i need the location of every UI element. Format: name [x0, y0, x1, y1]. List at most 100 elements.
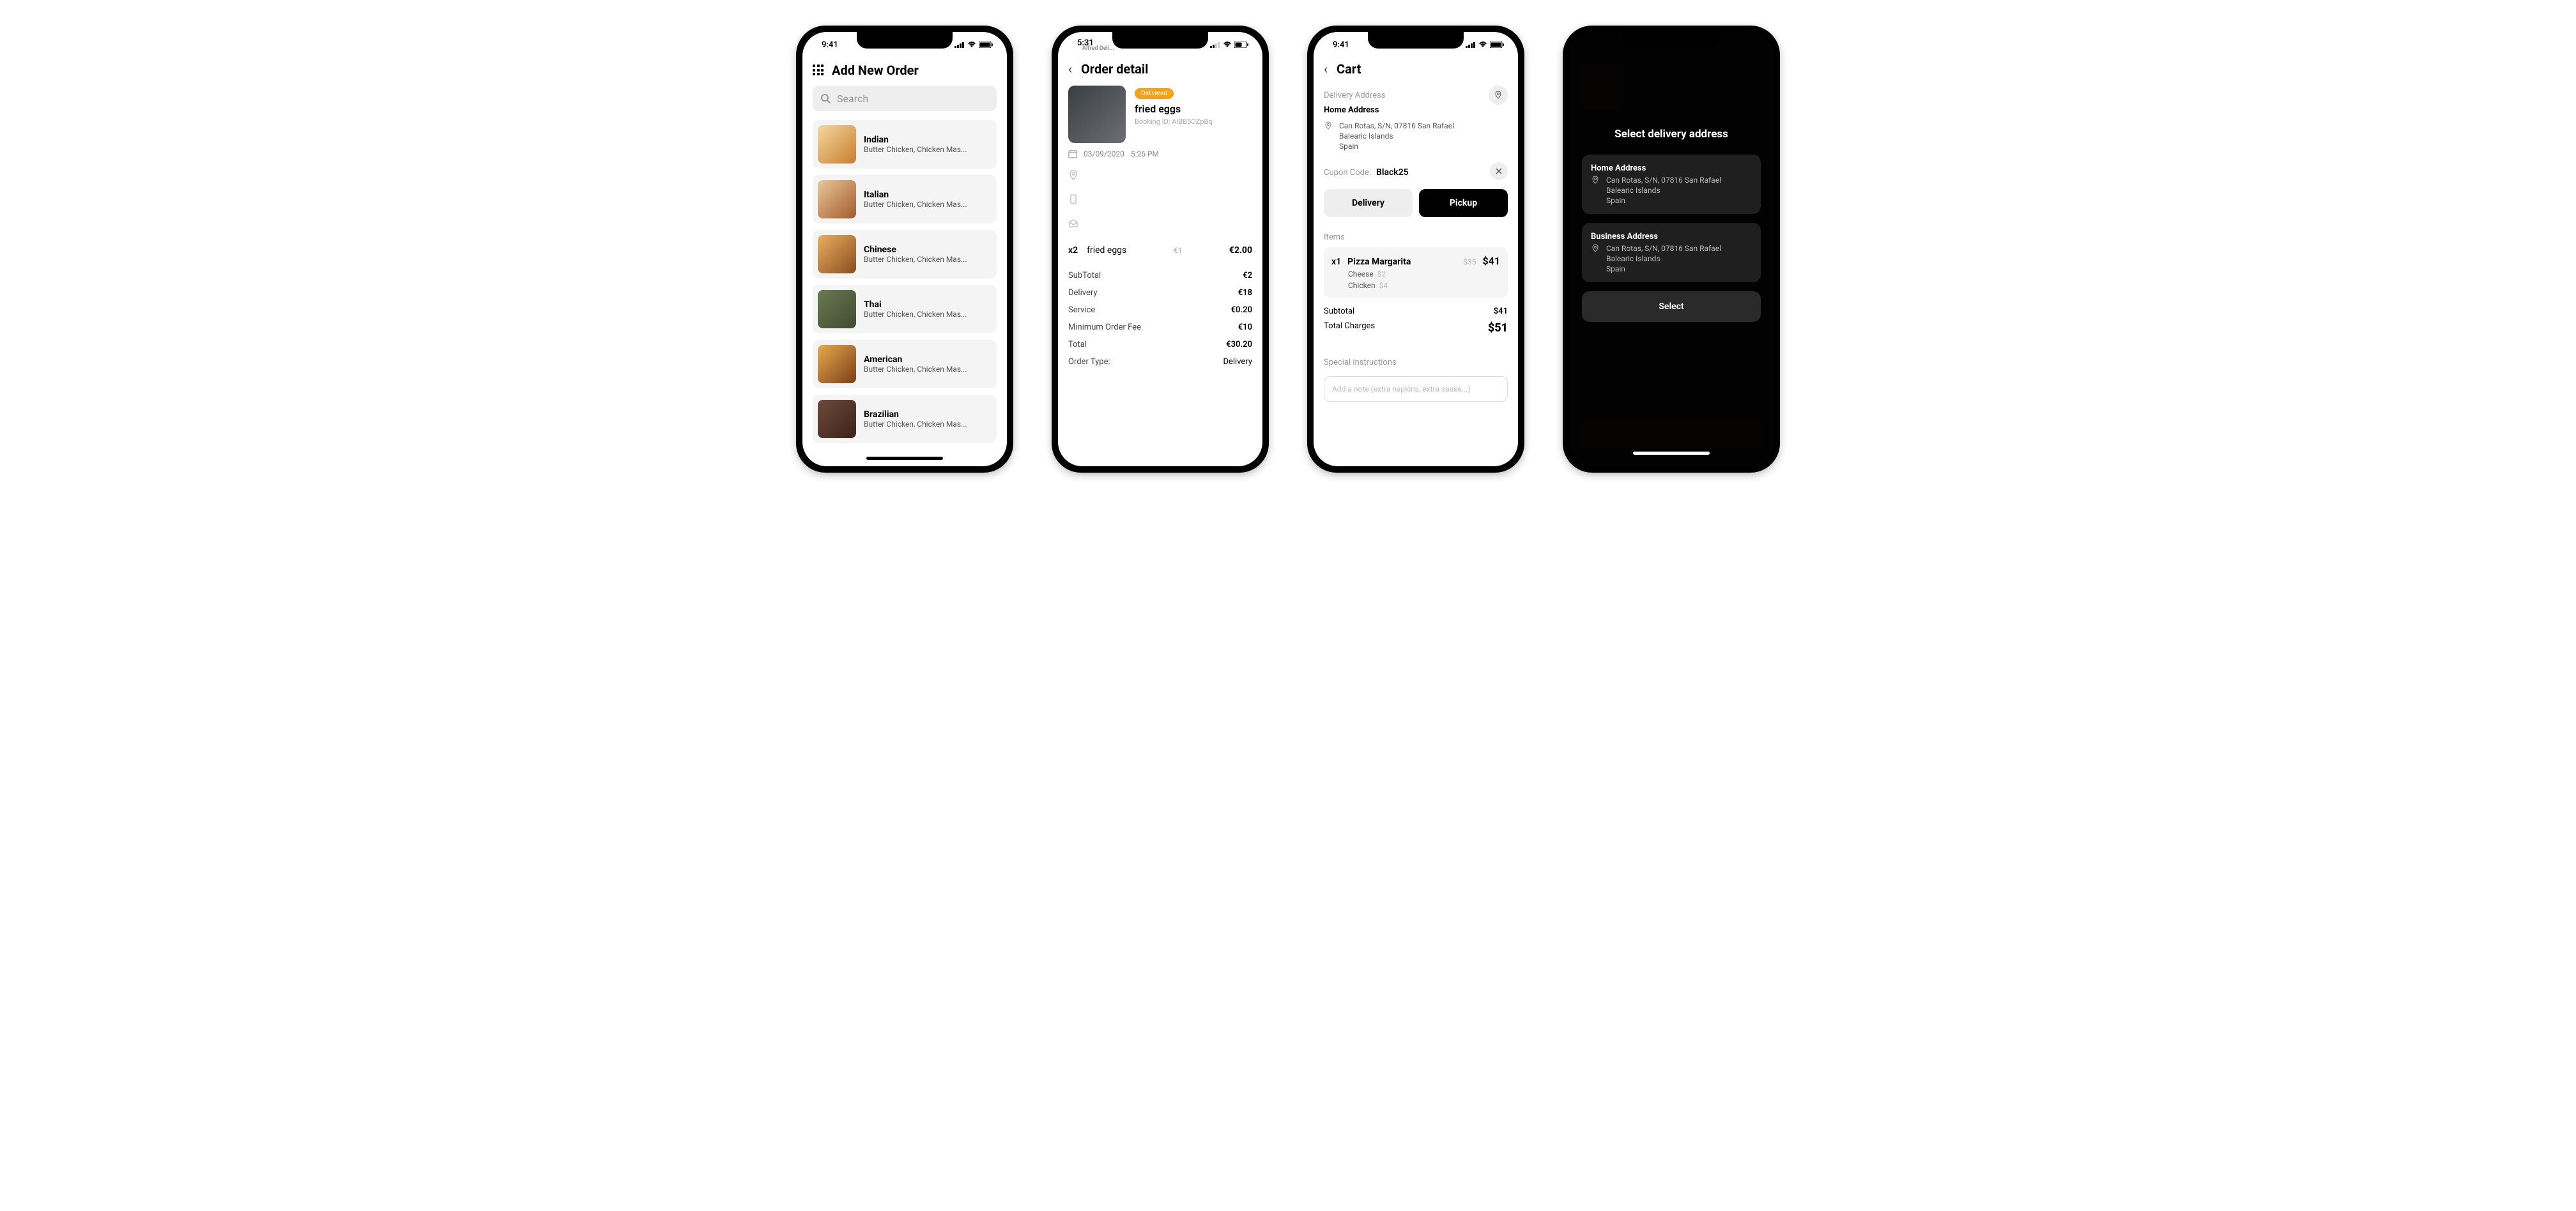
item-base-price: $35 — [1463, 257, 1476, 266]
category-item[interactable]: BrazilianButter Chicken, Chicken Mas... — [813, 395, 997, 443]
phone-select-address: Select delivery address Home Address Can… — [1563, 26, 1780, 473]
order-date: 03/09/2020 — [1084, 149, 1124, 158]
item-total-price: $41 — [1482, 255, 1500, 267]
category-sub: Butter Chicken, Chicken Mas... — [864, 200, 967, 209]
home-indicator[interactable] — [1633, 452, 1710, 455]
signal-icon — [954, 42, 965, 48]
category-item[interactable]: ItalianButter Chicken, Chicken Mas... — [813, 175, 997, 224]
status-bar: 9:41 — [802, 32, 1007, 57]
address-name: Business Address — [1591, 232, 1752, 241]
battery-icon — [1490, 42, 1504, 48]
line-total: €2.00 — [1229, 245, 1252, 255]
address-line: Can Rotas, S/N, 07816 San Rafael — [1606, 176, 1721, 185]
address-line: Spain — [1606, 196, 1721, 205]
battery-icon — [1234, 42, 1248, 48]
category-name: Italian — [864, 190, 967, 200]
address-line: Spain — [1606, 264, 1721, 273]
total-value: €2 — [1243, 271, 1252, 280]
category-sub: Butter Chicken, Chicken Mas... — [864, 310, 967, 319]
address-line: Balearic Islands — [1339, 132, 1454, 141]
mail-icon — [1068, 218, 1252, 231]
select-button[interactable]: Select — [1582, 291, 1761, 322]
category-list: IndianButter Chicken, Chicken Mas... Ita… — [813, 120, 997, 443]
address-line: Can Rotas, S/N, 07816 San Rafael — [1339, 121, 1454, 130]
search-input[interactable]: Search — [813, 86, 997, 111]
back-icon[interactable]: ‹ — [1324, 61, 1328, 77]
category-sub: Butter Chicken, Chicken Mas... — [864, 420, 967, 429]
booking-id: Booking ID: AIBB5OZpBq — [1135, 118, 1213, 126]
category-sub: Butter Chicken, Chicken Mas... — [864, 365, 967, 374]
note-input[interactable]: Add a note (extra napkins, extra sause..… — [1324, 376, 1508, 402]
status-bar: 5:31 Alfred Deli... — [1058, 32, 1262, 57]
delivery-toggle[interactable]: Delivery — [1324, 189, 1413, 217]
address-line: Balearic Islands — [1606, 254, 1721, 263]
total-value: $51 — [1488, 321, 1508, 335]
order-item-name: fried eggs — [1135, 103, 1213, 115]
phone-icon — [1068, 194, 1252, 207]
status-badge: Delivered — [1135, 88, 1174, 99]
total-value: €30.20 — [1226, 340, 1252, 349]
line-qty: x2 — [1068, 245, 1078, 255]
back-icon[interactable]: ‹ — [1068, 61, 1072, 77]
edit-address-button[interactable] — [1489, 86, 1508, 105]
total-value: €0.20 — [1231, 305, 1252, 315]
pickup-toggle[interactable]: Pickup — [1419, 189, 1508, 217]
category-sub: Butter Chicken, Chicken Mas... — [864, 145, 967, 154]
item-addon: Cheese$2 — [1348, 270, 1500, 278]
battery-icon — [979, 42, 993, 48]
location-icon — [1591, 244, 1600, 253]
menu-grid-icon[interactable] — [813, 65, 824, 76]
search-placeholder: Search — [837, 93, 868, 105]
category-item[interactable]: ThaiButter Chicken, Chicken Mas... — [813, 285, 997, 333]
line-name: fried eggs — [1087, 245, 1126, 255]
location-icon — [1068, 170, 1252, 183]
total-label: Total Charges — [1324, 321, 1375, 335]
category-thumb — [818, 290, 856, 328]
section-label: Items — [1324, 232, 1508, 242]
category-thumb — [818, 125, 856, 164]
phone-cart: 9:41 ‹ Cart Delivery Address Home Addres… — [1307, 26, 1524, 473]
subtotal-label: Subtotal — [1324, 307, 1354, 316]
totals-block: SubTotal€2 Delivery€18 Service€0.20 Mini… — [1068, 267, 1252, 370]
subtotal-value: $41 — [1494, 307, 1508, 316]
phone-order-detail: 5:31 Alfred Deli... ‹ Order detail Deliv… — [1052, 26, 1269, 473]
location-icon — [1324, 121, 1333, 130]
category-name: Brazilian — [864, 409, 967, 420]
category-thumb — [818, 180, 856, 218]
address-line: Can Rotas, S/N, 07816 San Rafael — [1606, 244, 1721, 253]
category-item[interactable]: AmericanButter Chicken, Chicken Mas... — [813, 340, 997, 388]
home-indicator[interactable] — [866, 457, 943, 460]
total-value: €18 — [1238, 288, 1252, 298]
category-sub: Butter Chicken, Chicken Mas... — [864, 255, 967, 264]
wifi-icon — [1223, 42, 1232, 48]
status-time: 9:41 — [822, 40, 838, 50]
total-label: Total — [1068, 340, 1087, 349]
category-thumb — [818, 235, 856, 273]
cart-item[interactable]: x1 Pizza Margarita $35 $41 Cheese$2 Chic… — [1324, 247, 1508, 298]
line-unit: €1 — [1174, 246, 1183, 255]
total-label: Service — [1068, 305, 1095, 315]
category-item[interactable]: IndianButter Chicken, Chicken Mas... — [813, 120, 997, 169]
category-name: American — [864, 354, 967, 365]
total-label: SubTotal — [1068, 271, 1101, 280]
item-name: Pizza Margarita — [1347, 257, 1457, 267]
item-addon: Chicken$4 — [1348, 281, 1500, 290]
status-bar: 9:41 — [1314, 32, 1518, 57]
page-title: Add New Order — [832, 63, 919, 78]
address-option[interactable]: Business Address Can Rotas, S/N, 07816 S… — [1582, 223, 1761, 282]
total-label: Minimum Order Fee — [1068, 323, 1141, 332]
category-name: Chinese — [864, 245, 967, 255]
coupon-label: Cupon Code: — [1324, 168, 1371, 178]
section-label: Special instructions — [1324, 358, 1508, 367]
search-icon — [820, 93, 831, 103]
order-time: 5:26 PM — [1131, 149, 1159, 158]
status-time: 9:41 — [1333, 40, 1349, 50]
breadcrumb-back[interactable]: Alfred Deli... — [1082, 45, 1114, 52]
clear-coupon-button[interactable] — [1490, 162, 1508, 180]
page-title: Order detail — [1081, 61, 1148, 77]
address-name: Home Address — [1591, 164, 1752, 173]
total-label: Order Type: — [1068, 357, 1110, 367]
close-icon — [1496, 168, 1502, 174]
category-item[interactable]: ChineseButter Chicken, Chicken Mas... — [813, 230, 997, 278]
address-option[interactable]: Home Address Can Rotas, S/N, 07816 San R… — [1582, 155, 1761, 214]
